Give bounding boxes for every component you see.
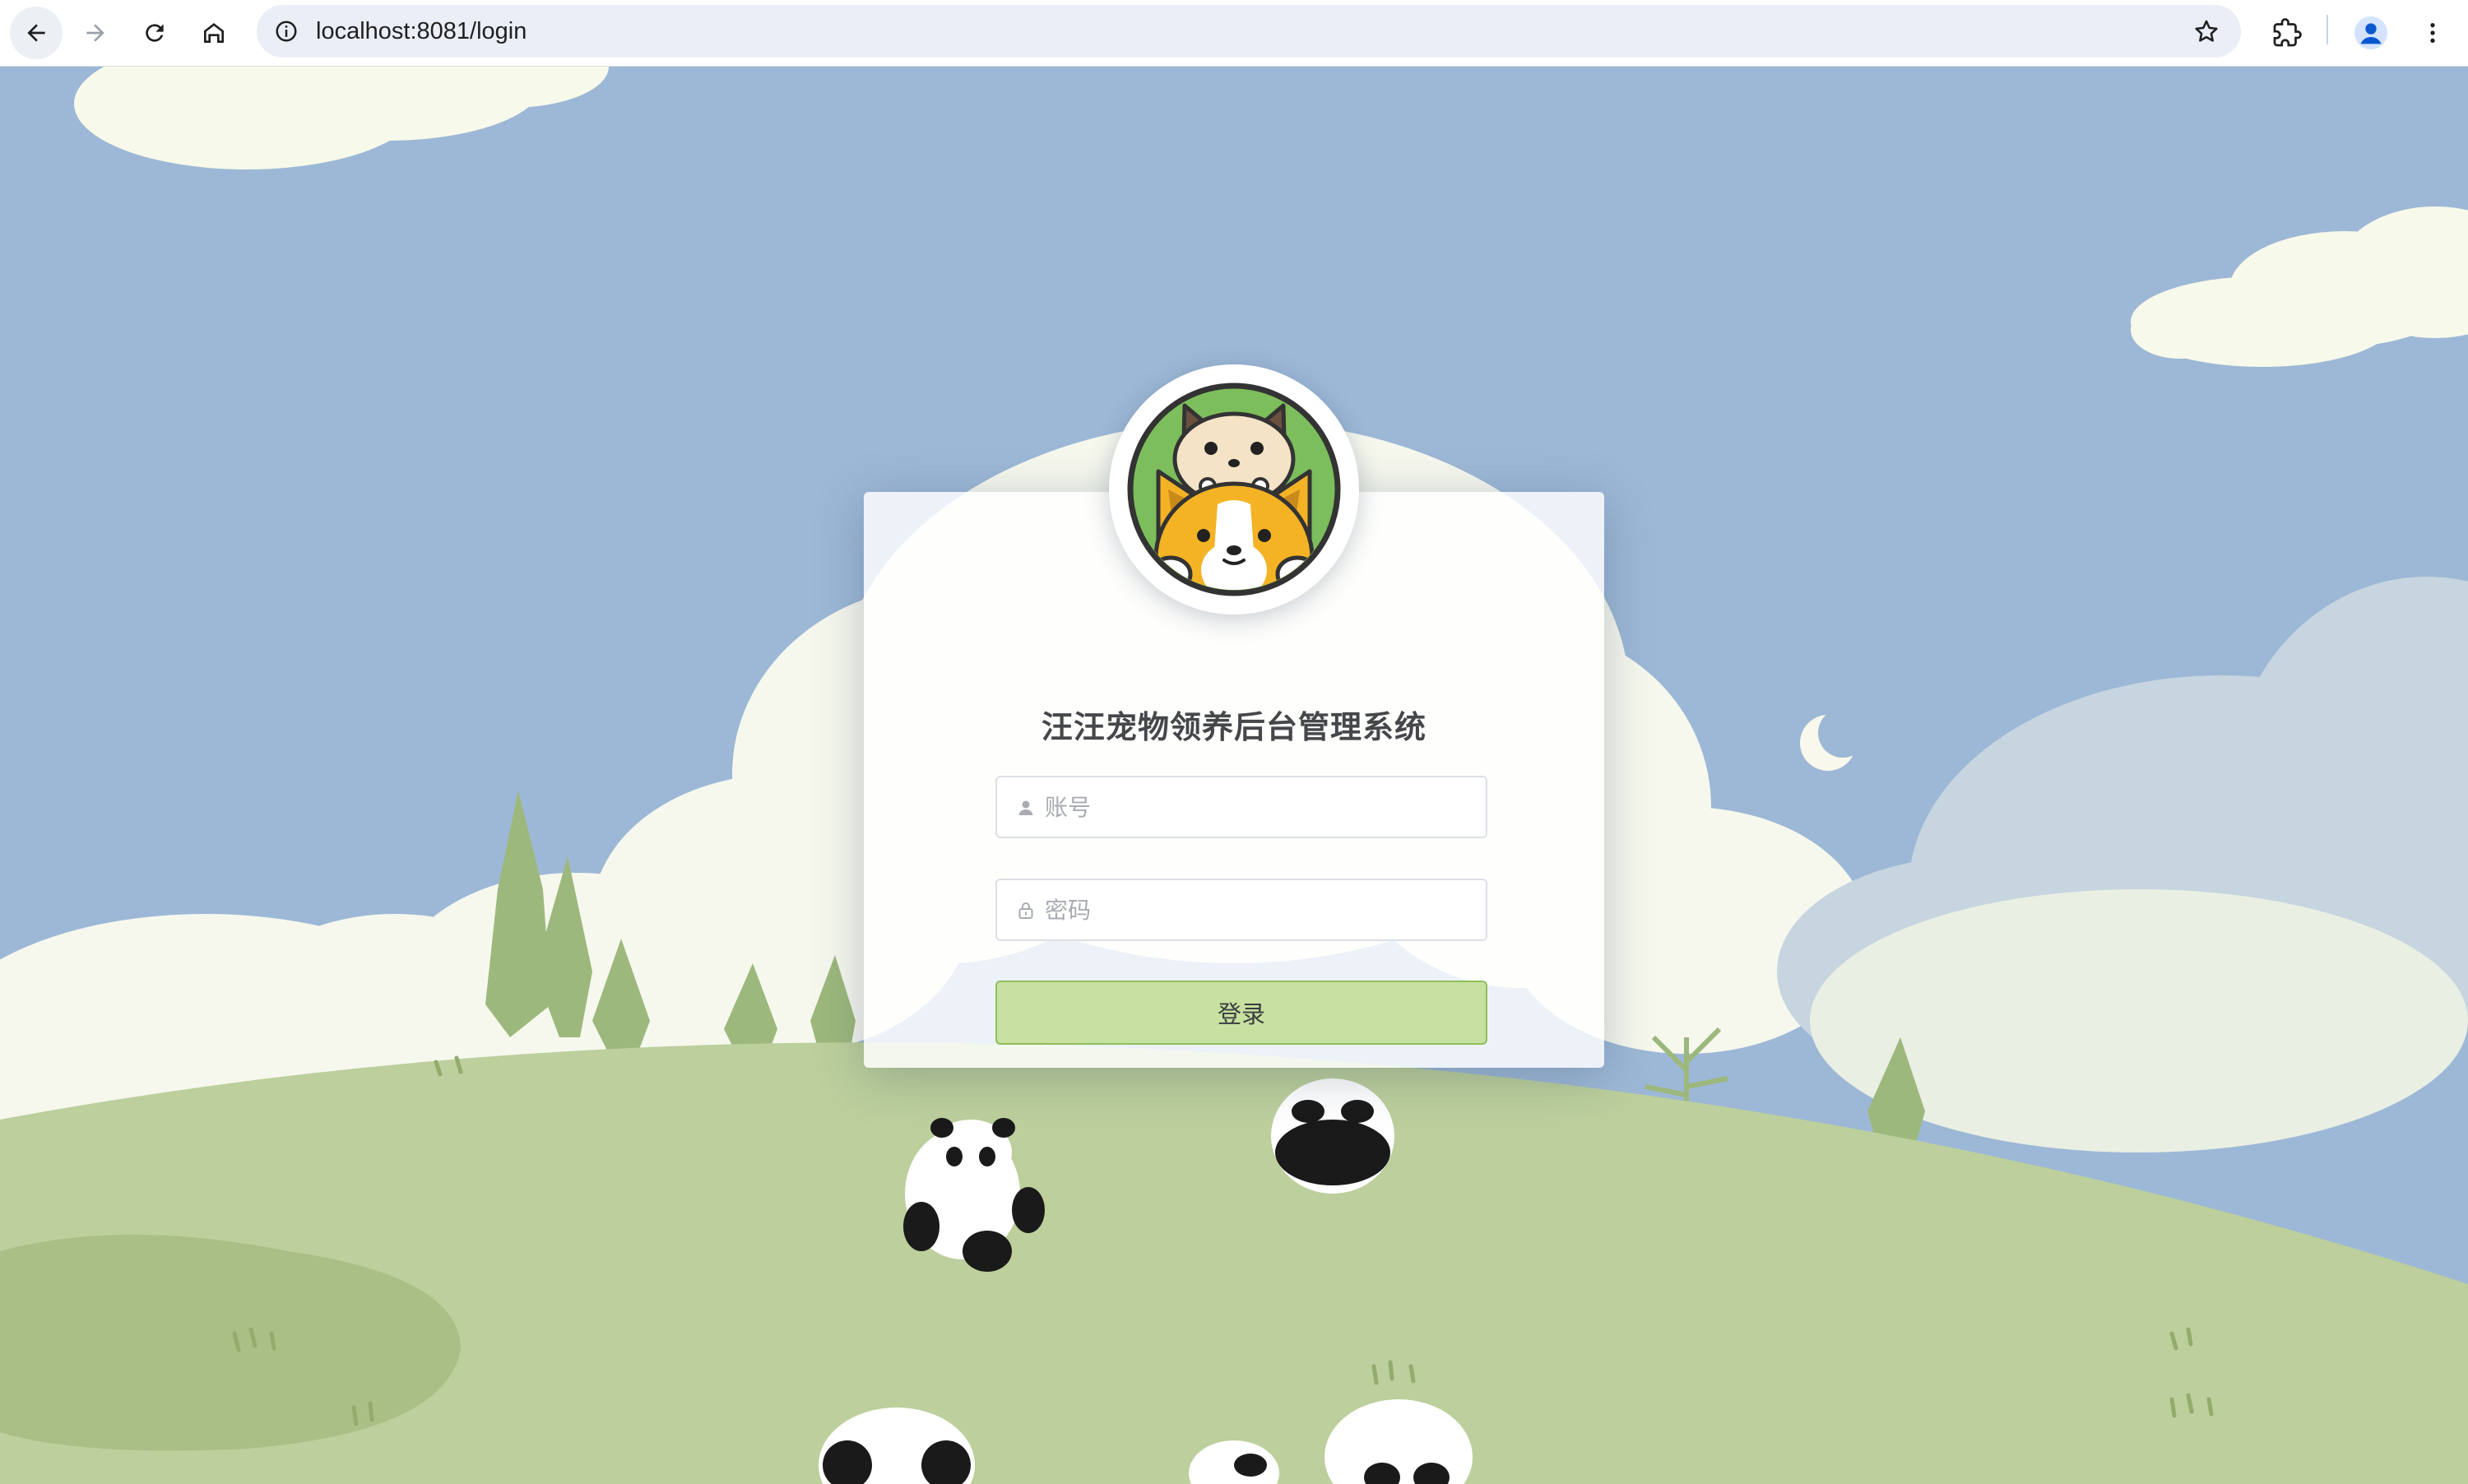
home-icon (204, 23, 224, 43)
user-icon (1014, 795, 1038, 820)
password-field[interactable] (995, 879, 1487, 941)
extensions-button[interactable] (2261, 7, 2313, 59)
site-info-button[interactable] (267, 12, 306, 51)
browser-window: localhost:8081/login 汪汪宠物领养后台管理系统 账号 登录 (0, 0, 2468, 1484)
home-button[interactable] (188, 7, 240, 59)
back-button[interactable] (10, 7, 63, 59)
bookmark-button[interactable] (2187, 12, 2226, 51)
url-text[interactable]: localhost:8081/login (316, 5, 527, 58)
browser-menu-button[interactable] (2406, 7, 2459, 59)
address-bar[interactable]: localhost:8081/login (257, 5, 2241, 58)
profile-button[interactable] (2345, 7, 2397, 59)
info-icon (276, 21, 297, 42)
lock-icon (1014, 898, 1038, 923)
forward-button[interactable] (69, 7, 122, 59)
password-input[interactable] (1045, 880, 1473, 939)
toolbar-divider (2327, 15, 2328, 44)
username-field[interactable] (995, 776, 1487, 838)
person-icon (2354, 16, 2387, 49)
avatar (2354, 16, 2387, 49)
browser-toolbar: localhost:8081/login (0, 0, 2468, 67)
arrow-right-icon (86, 24, 104, 42)
star-icon (2195, 20, 2218, 42)
cat-and-corgi-logo-icon (1127, 383, 1341, 596)
reload-icon (146, 24, 164, 42)
puzzle-icon (2273, 18, 2302, 47)
username-input[interactable] (1045, 777, 1473, 837)
login-button[interactable]: 登录 (995, 981, 1487, 1045)
arrow-left-icon (27, 24, 45, 42)
page-title: 汪汪宠物领养后台管理系统 (1041, 709, 1427, 745)
reload-button[interactable] (128, 7, 181, 59)
kebab-menu-icon (2430, 23, 2435, 43)
logo (1109, 364, 1359, 614)
page-viewport: 汪汪宠物领养后台管理系统 账号 登录 (0, 67, 2468, 1484)
